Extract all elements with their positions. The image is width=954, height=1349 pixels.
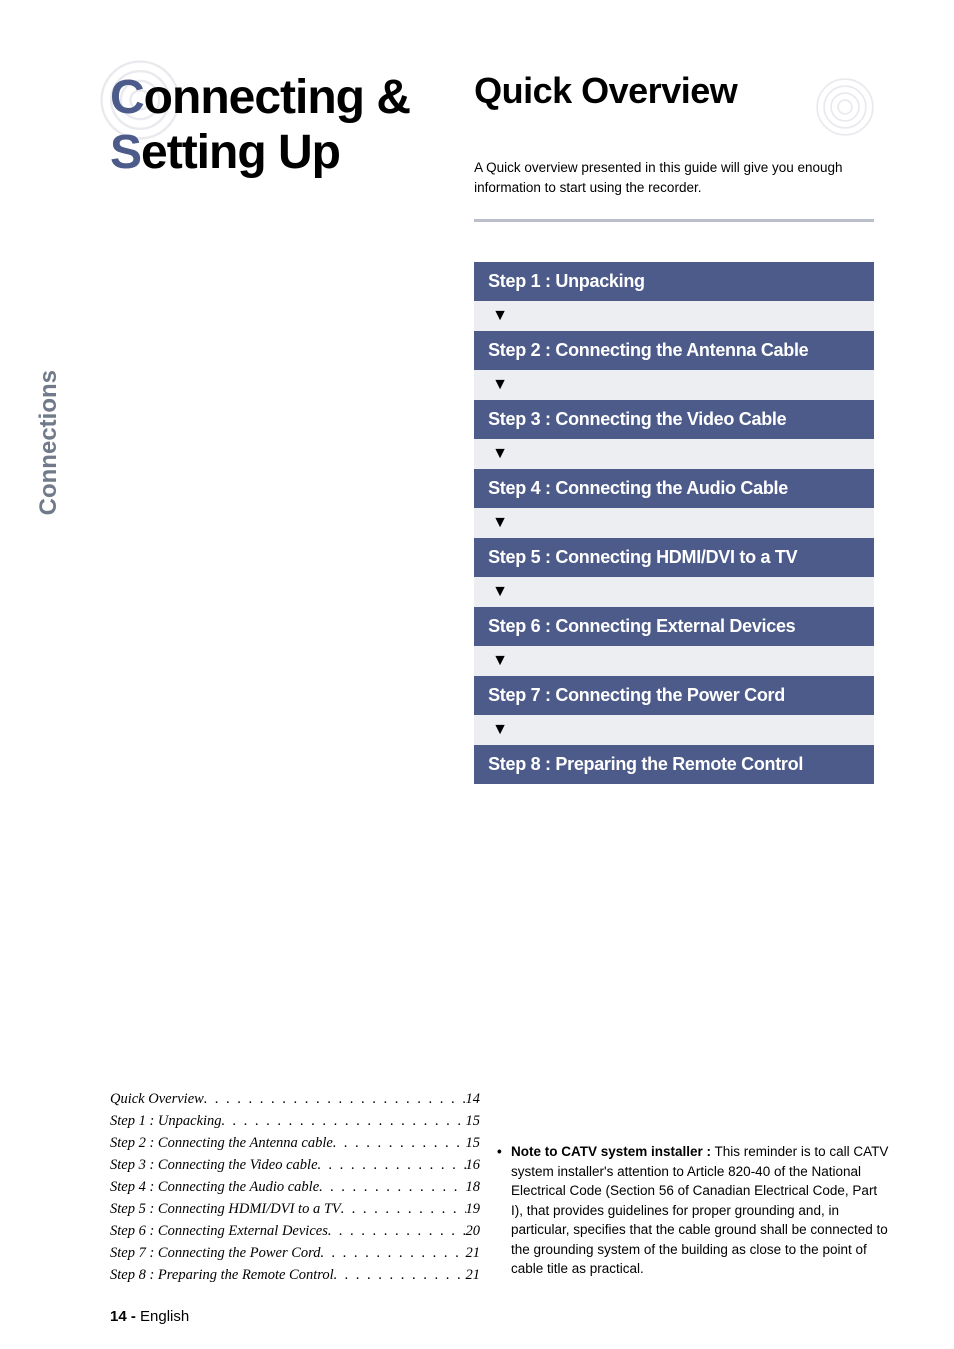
toc-page: 14: [466, 1091, 481, 1108]
toc-label: Step 8 : Preparing the Remote Control: [110, 1267, 334, 1284]
toc-row: Step 1 : Unpacking 15: [110, 1113, 480, 1130]
toc-dots: [204, 1091, 466, 1108]
toc-page: 15: [466, 1113, 481, 1130]
toc-page: 21: [466, 1267, 481, 1284]
toc-dots: [318, 1157, 466, 1174]
toc-page: 15: [466, 1135, 481, 1152]
toc-label: Quick Overview: [110, 1091, 204, 1108]
toc-page: 16: [466, 1157, 481, 1174]
title-rest-1: onnecting &: [144, 71, 410, 124]
step-bar: Step 1 : Unpacking: [474, 262, 874, 301]
toc-page: 20: [466, 1223, 481, 1240]
toc-label: Step 2 : Connecting the Antenna cable: [110, 1135, 333, 1152]
toc-label: Step 6 : Connecting External Devices: [110, 1223, 328, 1240]
toc-label: Step 3 : Connecting the Video cable: [110, 1157, 318, 1174]
note-block: • Note to CATV system installer : This r…: [497, 1142, 890, 1279]
page-number: 14 -: [110, 1308, 136, 1325]
step-bar: Step 4 : Connecting the Audio Cable: [474, 469, 874, 508]
arrow-down-icon: ▼: [474, 439, 874, 469]
arrow-down-icon: ▼: [474, 508, 874, 538]
step-bar: Step 2 : Connecting the Antenna Cable: [474, 331, 874, 370]
toc-label: Step 5 : Connecting HDMI/DVI to a TV: [110, 1201, 341, 1218]
toc-row: Step 6 : Connecting External Devices 20: [110, 1223, 480, 1240]
toc-row: Step 3 : Connecting the Video cable 16: [110, 1157, 480, 1174]
title-accent-2: S: [110, 126, 141, 179]
toc-row: Step 5 : Connecting HDMI/DVI to a TV 19: [110, 1201, 480, 1218]
step-bar: Step 7 : Connecting the Power Cord: [474, 676, 874, 715]
column-right: Quick Overview A Quick overview presente…: [474, 70, 874, 784]
column-left: Connecting & Setting Up: [110, 70, 454, 784]
step-bar: Step 6 : Connecting External Devices: [474, 607, 874, 646]
arrow-down-icon: ▼: [474, 577, 874, 607]
overview-title-wrap: Quick Overview: [474, 70, 874, 130]
toc-page: 18: [466, 1179, 481, 1196]
note-lead: Note to CATV system installer :: [511, 1144, 711, 1159]
page: Connections Connecting & Setting Up Quic…: [0, 0, 954, 1349]
toc-page: 19: [466, 1201, 481, 1218]
overview-title: Quick Overview: [474, 70, 874, 112]
toc-dots: [334, 1267, 466, 1284]
arrow-down-icon: ▼: [474, 646, 874, 676]
step-bar: Step 5 : Connecting HDMI/DVI to a TV: [474, 538, 874, 577]
sidebar-label: Connections: [35, 370, 63, 515]
toc-label: Step 4 : Connecting the Audio cable: [110, 1179, 319, 1196]
bullet-icon: •: [497, 1142, 502, 1162]
toc-row: Step 8 : Preparing the Remote Control 21: [110, 1267, 480, 1284]
toc-row: Quick Overview 14: [110, 1091, 480, 1108]
toc-row: Step 2 : Connecting the Antenna cable 15: [110, 1135, 480, 1152]
horizontal-rule: [474, 219, 874, 222]
toc-dots: [328, 1223, 466, 1240]
toc-label: Step 1 : Unpacking: [110, 1113, 222, 1130]
main-title: Connecting & Setting Up: [110, 70, 454, 180]
title-accent-1: C: [110, 71, 144, 124]
footer-lang: English: [136, 1308, 189, 1325]
step-bar: Step 3 : Connecting the Video Cable: [474, 400, 874, 439]
toc-page: 21: [466, 1245, 481, 1262]
steps-list: Step 1 : Unpacking ▼ Step 2 : Connecting…: [474, 262, 874, 784]
toc-dots: [319, 1179, 465, 1196]
page-footer: 14 - English: [110, 1308, 189, 1325]
toc-label: Step 7 : Connecting the Power Cord: [110, 1245, 321, 1262]
toc-dots: [321, 1245, 466, 1262]
arrow-down-icon: ▼: [474, 301, 874, 331]
toc-dots: [333, 1135, 466, 1152]
columns: Connecting & Setting Up Quick Overview A…: [110, 70, 874, 784]
toc-row: Step 7 : Connecting the Power Cord 21: [110, 1245, 480, 1262]
overview-description: A Quick overview presented in this guide…: [474, 158, 874, 197]
toc-dots: [222, 1113, 466, 1130]
toc-row: Step 4 : Connecting the Audio cable 18: [110, 1179, 480, 1196]
table-of-contents: Quick Overview 14 Step 1 : Unpacking 15 St…: [110, 1091, 480, 1289]
step-bar: Step 8 : Preparing the Remote Control: [474, 745, 874, 784]
arrow-down-icon: ▼: [474, 715, 874, 745]
sidebar-label-wrap: Connections: [35, 230, 75, 390]
note-body: This reminder is to call CATV system ins…: [511, 1144, 888, 1276]
arrow-down-icon: ▼: [474, 370, 874, 400]
toc-dots: [341, 1201, 466, 1218]
title-rest-2: etting Up: [141, 126, 340, 179]
